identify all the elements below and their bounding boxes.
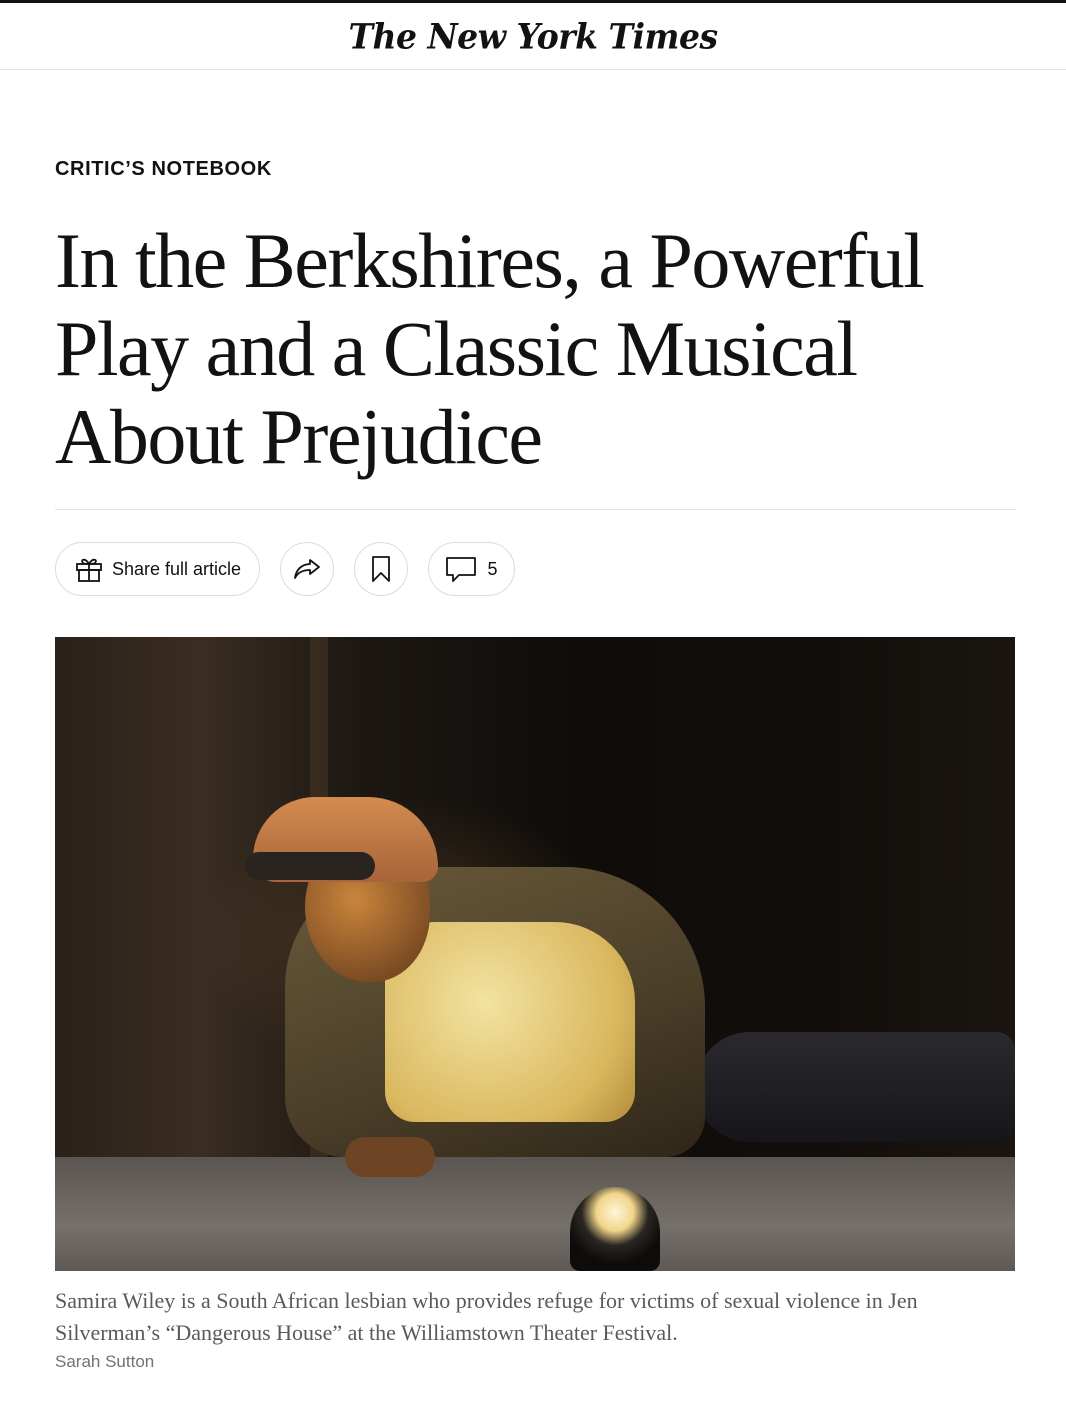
masthead: The New York Times [0, 3, 1066, 70]
article-headline: In the Berkshires, a Powerful Play and a… [55, 217, 925, 480]
comments-count: 5 [487, 558, 498, 579]
comments-button[interactable]: 5 [428, 542, 515, 596]
photo-figure-cap-brim [245, 852, 375, 880]
gift-icon [74, 554, 104, 584]
photo-caption: Samira Wiley is a South African lesbian … [55, 1288, 918, 1345]
photo-figure-shirt [385, 922, 635, 1122]
article-lead-photo[interactable] [55, 637, 1015, 1271]
photo-stage-light [570, 1187, 660, 1271]
photo-figure-hand [345, 1137, 435, 1177]
bookmark-icon [370, 555, 392, 583]
share-arrow-icon [292, 556, 322, 582]
article-toolbar: Share full article 5 [55, 542, 515, 596]
share-button-label: Share full article [111, 558, 242, 579]
photo-figure-legs [695, 1032, 1015, 1142]
article-kicker[interactable]: CRITIC’S NOTEBOOK [55, 158, 272, 181]
share-button[interactable] [280, 542, 334, 596]
header-divider [55, 509, 1016, 510]
nyt-logo[interactable]: The New York Times [348, 16, 718, 57]
photo-credit: Sarah Sutton [55, 1352, 155, 1371]
save-button[interactable] [354, 542, 408, 596]
comment-icon [445, 555, 477, 583]
photo-stage-floor [55, 1157, 1015, 1271]
share-full-article-button[interactable]: Share full article [55, 542, 260, 596]
